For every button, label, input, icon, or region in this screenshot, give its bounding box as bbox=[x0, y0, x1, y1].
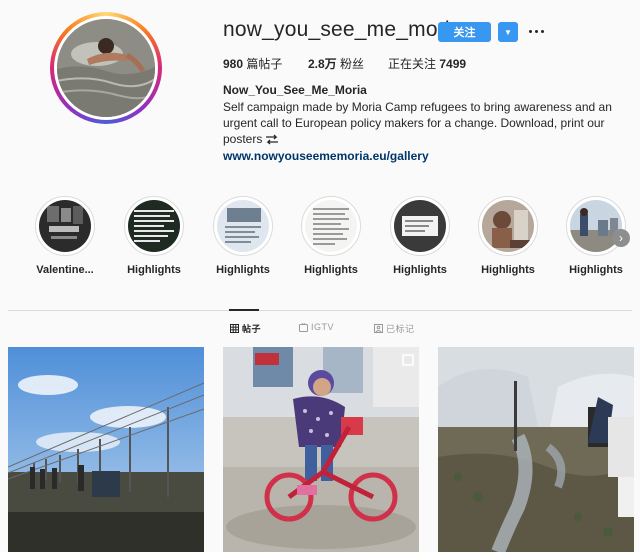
follow-button[interactable]: 关注 bbox=[438, 22, 491, 42]
bio-line: posters bbox=[223, 131, 618, 147]
highlight-item[interactable]: Highlights bbox=[469, 196, 547, 276]
tabs-divider bbox=[8, 310, 632, 311]
active-tab-indicator bbox=[229, 309, 259, 311]
highlight-label: Highlights bbox=[216, 264, 270, 276]
tab-posts[interactable]: 帖子 bbox=[230, 322, 261, 335]
posts-count: 980 篇帖子 bbox=[223, 57, 283, 71]
story-highlights: Valentine... Highlights Highlights Highl… bbox=[0, 196, 640, 282]
followers-count[interactable]: 2.8万 粉丝 bbox=[308, 55, 388, 72]
highlight-item[interactable]: Highlights bbox=[292, 196, 370, 276]
highlight-cover bbox=[482, 200, 534, 252]
grid-icon bbox=[230, 324, 239, 333]
on-arrow-icon bbox=[266, 134, 279, 145]
highlight-label: Valentine... bbox=[36, 264, 94, 276]
more-options-icon[interactable] bbox=[527, 22, 545, 40]
avatar-border bbox=[54, 16, 158, 120]
highlight-item[interactable]: Highlights bbox=[204, 196, 282, 276]
tab-igtv[interactable]: IGTV bbox=[299, 322, 334, 332]
post-thumbnail[interactable] bbox=[438, 347, 634, 552]
bio-line: urgent call to European policy makers fo… bbox=[223, 116, 605, 130]
highlight-cover bbox=[305, 200, 357, 252]
highlight-cover bbox=[217, 200, 269, 252]
highlight-label: Highlights bbox=[569, 264, 623, 276]
tag-icon bbox=[374, 324, 383, 333]
chevron-down-icon: ▼ bbox=[504, 27, 512, 37]
tab-tagged[interactable]: 已标记 bbox=[374, 322, 415, 335]
profile-username: now_you_see_me_moria bbox=[223, 18, 462, 41]
highlight-cover bbox=[39, 200, 91, 252]
avatar-photo bbox=[57, 19, 155, 117]
suggestions-dropdown-button[interactable]: ▼ bbox=[498, 22, 518, 42]
highlight-item[interactable]: Valentine... bbox=[26, 196, 104, 276]
profile-stats: 980 篇帖子 2.8万 粉丝 正在关注 7499 bbox=[223, 55, 466, 72]
profile-full-name: Now_You_See_Me_Moria bbox=[223, 83, 367, 97]
highlight-label: Highlights bbox=[304, 264, 358, 276]
profile-tabs: 帖子 IGTV 已标记 bbox=[0, 322, 640, 336]
avatar-swimmer-image bbox=[57, 19, 155, 117]
post-image bbox=[438, 347, 634, 552]
profile-avatar[interactable] bbox=[50, 12, 162, 124]
highlight-label: Highlights bbox=[481, 264, 535, 276]
highlight-label: Highlights bbox=[393, 264, 447, 276]
post-thumbnail[interactable] bbox=[223, 347, 419, 552]
following-count[interactable]: 正在关注 7499 bbox=[388, 55, 466, 72]
profile-website-link[interactable]: www.nowyouseememoria.eu/gallery bbox=[223, 149, 429, 163]
highlight-cover bbox=[394, 200, 446, 252]
post-image bbox=[8, 347, 204, 552]
highlight-item[interactable]: Highlights bbox=[381, 196, 459, 276]
highlights-next-button[interactable]: › bbox=[612, 229, 630, 247]
bio-line: Self campaign made by Moria Camp refugee… bbox=[223, 100, 612, 114]
highlight-cover bbox=[128, 200, 180, 252]
highlight-item[interactable]: Highlights bbox=[115, 196, 193, 276]
post-thumbnail[interactable] bbox=[8, 347, 204, 552]
post-image bbox=[223, 347, 419, 552]
chevron-right-icon: › bbox=[619, 231, 623, 245]
highlight-label: Highlights bbox=[127, 264, 181, 276]
profile-bio: Self campaign made by Moria Camp refugee… bbox=[223, 99, 618, 147]
tv-icon bbox=[299, 322, 308, 332]
